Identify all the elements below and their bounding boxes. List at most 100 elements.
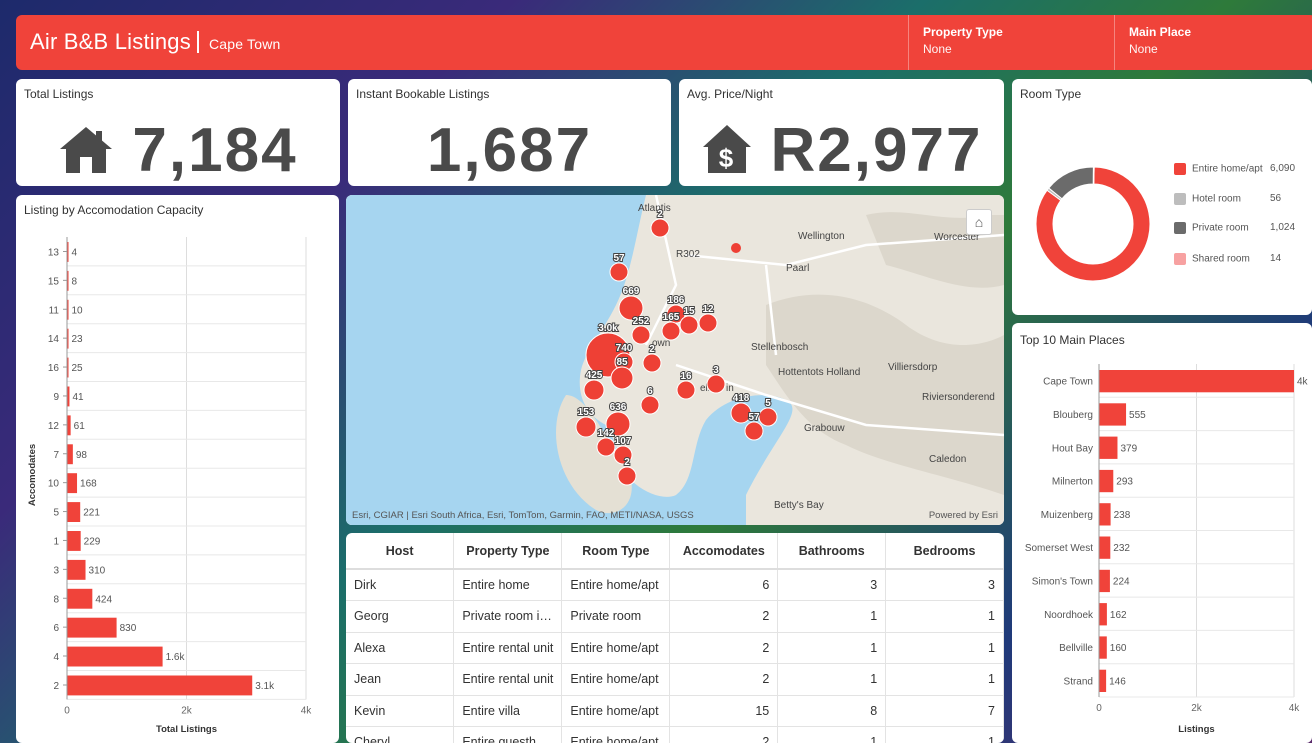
map-cluster-marker: [583, 379, 605, 401]
table-cell: Alexa: [346, 632, 455, 664]
legend-swatch: [1174, 222, 1186, 234]
filter-property-type-value: None: [923, 42, 952, 56]
map-cluster-label: 252: [633, 316, 650, 327]
col-bedrooms[interactable]: Bedrooms: [885, 533, 1004, 570]
place-bar: [1099, 370, 1294, 393]
map-powered-by[interactable]: Powered by Esri: [929, 510, 998, 521]
table-cell: Cheryl: [346, 726, 455, 743]
capacity-bar: [67, 646, 163, 667]
y-tick-label: Strand: [1064, 676, 1093, 687]
col-accomodates[interactable]: Accomodates: [669, 533, 779, 570]
bar-value-label: 146: [1109, 676, 1126, 687]
place-bar: [1099, 669, 1107, 692]
listings-map[interactable]: Atlantis Wellington Worcester Paarl Stellenb…: [346, 195, 1004, 525]
x-tick-label: 4k: [1289, 703, 1301, 714]
map-cluster-marker: [631, 325, 651, 345]
y-tick-label: 13: [48, 247, 60, 258]
table-cell: 7: [885, 695, 1004, 727]
table-row[interactable]: Georg Private room i… Private room 2 1 1: [346, 600, 1004, 633]
listings-table-panel: Host Property Type Room Type Accomodates…: [346, 533, 1004, 743]
table-cell: Entire home/apt: [561, 726, 671, 743]
app-title-text: Air B&B Listings: [30, 29, 191, 54]
y-tick-label: 10: [48, 479, 60, 490]
map-cluster-label: 12: [702, 304, 714, 315]
house-icon: [58, 119, 114, 186]
y-tick-label: 1: [53, 536, 59, 547]
bar-value-label: 293: [1116, 477, 1133, 488]
col-host[interactable]: Host: [346, 533, 455, 570]
kpi-price-title: Avg. Price/Night: [687, 87, 773, 101]
home-icon[interactable]: ⌂: [966, 209, 992, 235]
legend-private-room[interactable]: Private room 1,024: [1174, 222, 1295, 234]
table-cell: Entire rental unit: [453, 663, 563, 696]
y-tick-label: 5: [53, 508, 59, 519]
col-property-type[interactable]: Property Type: [453, 533, 563, 570]
bar-value-label: 23: [72, 334, 84, 345]
bar-value-label: 8: [72, 276, 78, 287]
y-tick-label: 6: [53, 623, 59, 634]
map-place-label: Wellington: [798, 231, 845, 242]
map-cluster-marker: [731, 243, 741, 253]
svg-text:$: $: [718, 143, 734, 173]
y-tick-label: 11: [49, 305, 60, 316]
room-type-panel: Room Type Entire home/apt 6,090 Hotel roo…: [1012, 79, 1312, 315]
kpi-instant-title: Instant Bookable Listings: [356, 87, 490, 101]
map-place-label: R302: [676, 249, 700, 260]
legend-hotel-room[interactable]: Hotel room 56: [1174, 193, 1281, 205]
table-header-row: Host Property Type Room Type Accomodates…: [346, 533, 1004, 570]
bar-value-label: 160: [1110, 643, 1127, 654]
kpi-total-listings: Total Listings 7,184: [16, 79, 340, 186]
map-cluster-label: 636: [610, 402, 627, 413]
capacity-bar: [67, 559, 86, 580]
legend-shared-room[interactable]: Shared room 14: [1174, 253, 1281, 265]
capacity-bar-chart[interactable]: 0 2k 4k13 415 811 1014 2316 259 4112 617 9810 1685 2…: [16, 195, 339, 743]
table-row[interactable]: Dirk Entire home Entire home/apt 6 3 3: [346, 569, 1004, 601]
legend-value: 14: [1270, 253, 1282, 264]
capacity-bar: [67, 531, 81, 551]
y-tick-label: Blouberg: [1053, 410, 1093, 421]
room-type-donut[interactable]: [1028, 159, 1158, 289]
bar-value-label: 224: [1113, 576, 1130, 587]
y-tick-label: Cape Town: [1043, 377, 1093, 388]
col-bathrooms[interactable]: Bathrooms: [777, 533, 887, 570]
top-places-bar-chart[interactable]: 0 2k 4k Cape Town 4k Blouberg 555 Hout Bay 379 Mi…: [1012, 323, 1312, 743]
table-row[interactable]: Cheryl Entire guesth… Entire home/apt 2 1 1: [346, 726, 1004, 743]
map-cluster-marker: [617, 466, 637, 486]
filter-main-place[interactable]: Main Place None: [1114, 15, 1312, 70]
table-cell: Entire villa: [453, 695, 563, 727]
map-cluster-marker: [575, 416, 597, 438]
table-cell: 2: [669, 663, 779, 696]
table-cell: 1: [777, 632, 887, 664]
legend-swatch: [1174, 163, 1186, 175]
map-cluster-label: 5: [765, 398, 771, 409]
table-cell: Entire home/apt: [561, 695, 671, 727]
filter-property-type[interactable]: Property Type None: [908, 15, 1114, 70]
bar-value-label: 221: [83, 508, 100, 519]
table-cell: Entire home/apt: [561, 663, 671, 696]
bar-value-label: 61: [74, 421, 86, 432]
table-row[interactable]: Kevin Entire villa Entire home/apt 15 8 7: [346, 695, 1004, 727]
col-room-type[interactable]: Room Type: [561, 533, 671, 570]
map-cluster-marker: [706, 374, 726, 394]
map-cluster-label: 57: [613, 253, 625, 264]
map-place-label: Caledon: [929, 454, 966, 465]
place-bar: [1099, 503, 1111, 526]
table-cell: 8: [777, 695, 887, 727]
y-tick-label: 15: [48, 276, 60, 287]
kpi-price-value-row: $ R2,977: [679, 115, 1004, 186]
bar-value-label: 379: [1120, 443, 1137, 454]
app-subtitle: Cape Town: [208, 36, 281, 52]
map-cluster-label: 2: [657, 209, 663, 220]
y-tick-label: 14: [48, 334, 60, 345]
table-row[interactable]: Alexa Entire rental unit Entire home/apt 2 1…: [346, 632, 1004, 664]
x-tick-label: 0: [1096, 703, 1102, 714]
table-cell: Entire rental unit: [453, 632, 563, 664]
table-row[interactable]: Jean Entire rental unit Entire home/apt 2 1 1: [346, 663, 1004, 696]
place-bar: [1099, 569, 1110, 593]
table-cell: 1: [885, 663, 1004, 696]
table-cell: Entire home/apt: [561, 569, 671, 601]
map-canvas[interactable]: AtlantisWellington WorcesterPaarlStellenb…: [346, 195, 1004, 525]
donut-slice: [1092, 166, 1095, 185]
legend-entire-home[interactable]: Entire home/apt 6,090: [1174, 163, 1295, 175]
bar-value-label: 238: [1114, 510, 1131, 521]
